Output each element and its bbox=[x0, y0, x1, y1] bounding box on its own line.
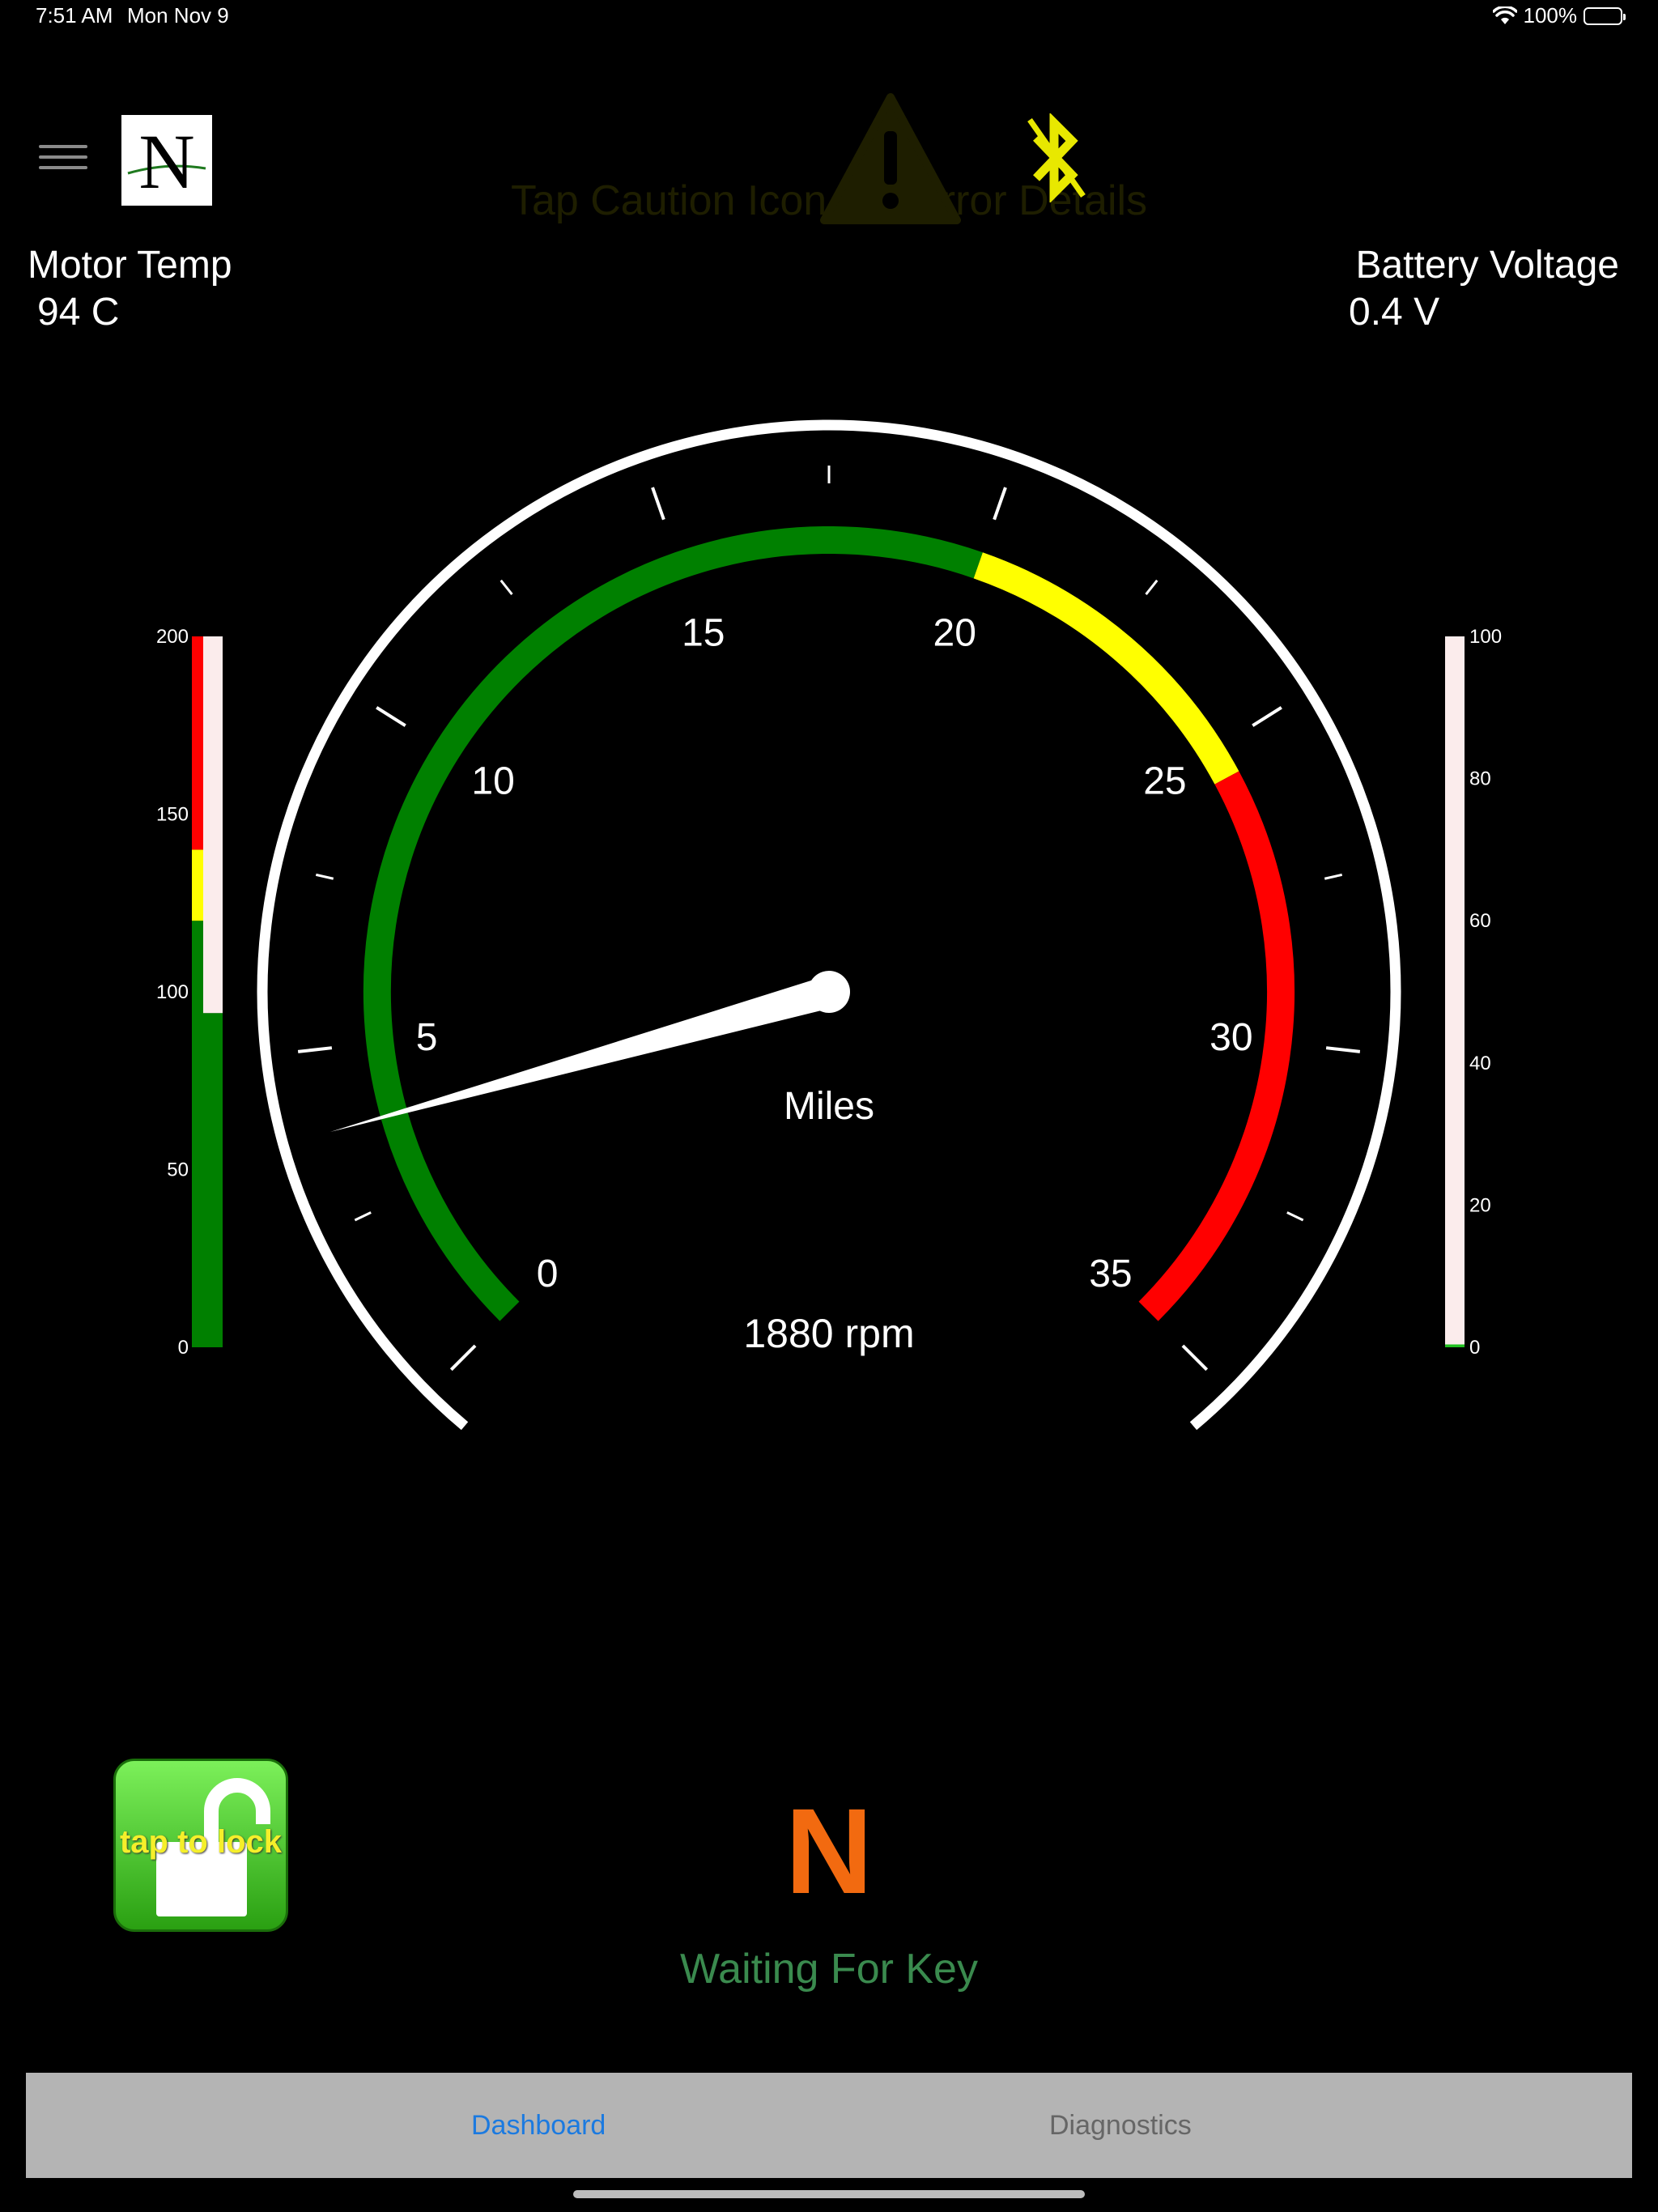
tab-dashboard[interactable]: Dashboard bbox=[471, 2110, 606, 2142]
speed-tick-label: 0 bbox=[537, 1253, 559, 1295]
key-status: Waiting For Key bbox=[680, 1946, 978, 1993]
speed-tick bbox=[1325, 1046, 1361, 1053]
speed-tick bbox=[1324, 873, 1343, 880]
speed-tick bbox=[1252, 706, 1282, 727]
speed-zone-arc bbox=[363, 525, 983, 1321]
temp-bar-tick-label: 0 bbox=[178, 1337, 189, 1359]
speed-needle bbox=[329, 976, 834, 1133]
speed-tick bbox=[297, 1046, 333, 1053]
temp-bar-tick-label: 150 bbox=[156, 804, 189, 826]
speed-tick-label: 5 bbox=[416, 1016, 438, 1059]
speed-tick bbox=[315, 873, 334, 880]
tab-diagnostics[interactable]: Diagnostics bbox=[1049, 2110, 1192, 2142]
volt-bar-fill bbox=[1445, 1344, 1465, 1347]
volt-bar-tick-label: 40 bbox=[1469, 1053, 1491, 1074]
temp-bar-tick-label: 50 bbox=[167, 1159, 189, 1181]
gear-indicator: N bbox=[784, 1783, 874, 1919]
rpm-readout: 1880 rpm bbox=[743, 1311, 914, 1356]
volt-bar-tick-label: 100 bbox=[1469, 626, 1502, 648]
speed-tick bbox=[651, 487, 665, 521]
speed-tick-label: 35 bbox=[1089, 1253, 1132, 1295]
temp-bar-zone bbox=[192, 849, 203, 921]
volt-bar-tick-label: 20 bbox=[1469, 1194, 1491, 1216]
temp-bar-zone bbox=[192, 636, 203, 850]
speed-tick bbox=[354, 1211, 372, 1222]
speed-tick-label: 30 bbox=[1209, 1016, 1252, 1059]
speed-tick bbox=[449, 1344, 477, 1372]
volt-bar-tick-label: 80 bbox=[1469, 768, 1491, 790]
speed-tick bbox=[1145, 579, 1158, 595]
speed-tick-label: 10 bbox=[471, 759, 514, 802]
speed-tick-label: 25 bbox=[1143, 759, 1186, 802]
speed-tick bbox=[376, 706, 406, 727]
temp-bar-track bbox=[203, 636, 223, 1014]
temp-bar-fill bbox=[203, 1013, 223, 1347]
speed-tick-label: 20 bbox=[933, 611, 976, 654]
temp-bar-zone bbox=[192, 921, 203, 1347]
motor-temp-bar: 0 50 100 150 200 bbox=[156, 626, 223, 1359]
tab-bar: Dashboard Diagnostics bbox=[26, 2073, 1632, 2178]
volt-bar-tick-label: 0 bbox=[1469, 1337, 1480, 1359]
outer-ring bbox=[257, 419, 1401, 1431]
speed-tick-label: 15 bbox=[682, 611, 725, 654]
speed-unit-label: Miles bbox=[784, 1085, 874, 1128]
temp-bar-tick-label: 100 bbox=[156, 981, 189, 1003]
speed-tick bbox=[993, 487, 1007, 521]
needle-hub bbox=[808, 971, 850, 1013]
home-indicator[interactable] bbox=[573, 2190, 1085, 2198]
speed-tick bbox=[1286, 1211, 1304, 1222]
speed-zone-arc bbox=[973, 552, 1239, 785]
speed-tick bbox=[500, 579, 513, 595]
temp-bar-tick-label: 200 bbox=[156, 626, 189, 648]
battery-voltage-bar: 0 20 40 60 80 100 bbox=[1445, 626, 1502, 1359]
speedometer: 0 5 10 15 20 25 30 35 bbox=[257, 419, 1401, 1431]
volt-bar-tick-label: 60 bbox=[1469, 910, 1491, 932]
speed-tick bbox=[1181, 1344, 1209, 1372]
volt-bar-track bbox=[1445, 636, 1465, 1347]
